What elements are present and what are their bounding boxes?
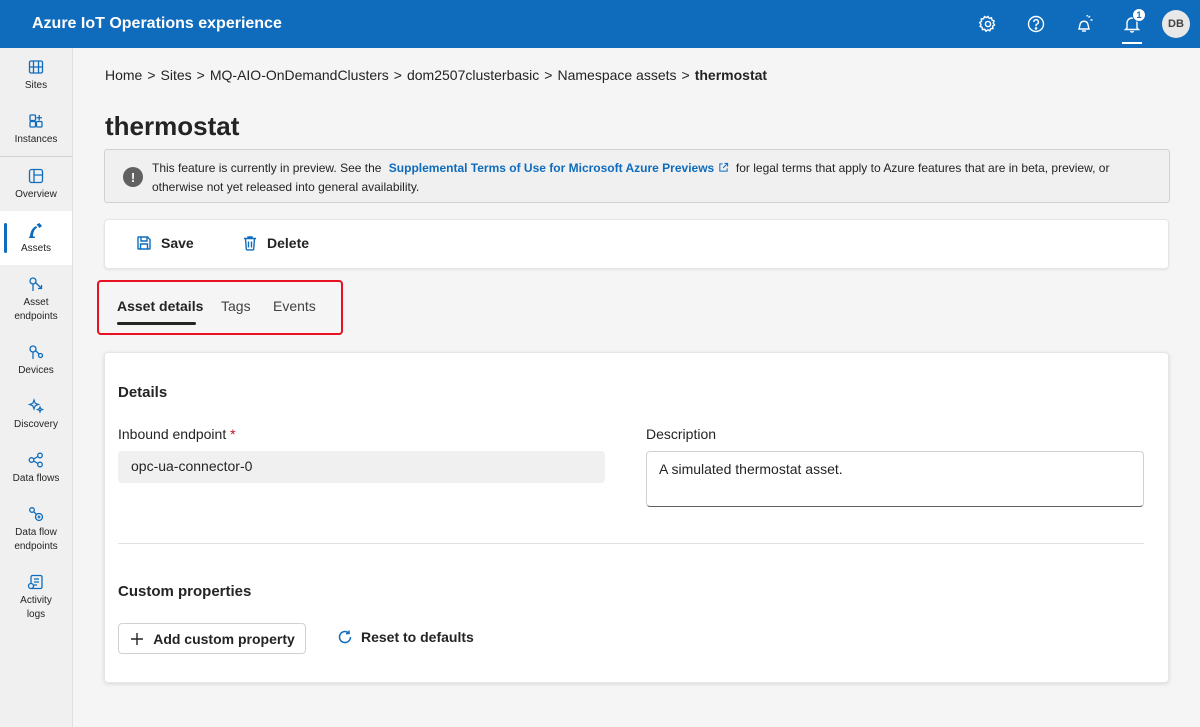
sidebar-item-sites[interactable]: Sites bbox=[0, 48, 72, 102]
required-marker: * bbox=[230, 426, 236, 442]
sidebar-item-label: Data flows bbox=[12, 473, 60, 484]
settings-button[interactable] bbox=[964, 0, 1012, 48]
instances-icon bbox=[29, 114, 43, 128]
sidebar-item-label: Asset endpoints bbox=[14, 297, 58, 322]
delete-button[interactable]: Delete bbox=[241, 234, 309, 252]
tab-tags[interactable]: Tags bbox=[221, 298, 251, 314]
sidebar-item-label: Devices bbox=[18, 365, 54, 376]
sidebar-item-data-flow-endpoints[interactable]: Data flow endpoints bbox=[0, 495, 72, 563]
breadcrumb-separator: > bbox=[393, 67, 402, 83]
help-button[interactable] bbox=[1012, 0, 1060, 48]
sidebar-item-activity-logs[interactable]: Activity logs bbox=[0, 563, 72, 631]
plus-icon bbox=[131, 632, 144, 645]
breadcrumb-separator: > bbox=[147, 67, 156, 83]
sidebar-item-label: Sites bbox=[24, 80, 48, 91]
sidebar-item-assets[interactable]: Assets bbox=[0, 211, 72, 265]
sidebar-item-label: Activity logs bbox=[20, 595, 52, 620]
notification-badge: 1 bbox=[1132, 8, 1146, 22]
sidebar-item-label: Assets bbox=[20, 243, 51, 254]
top-bar: Azure IoT Operations experience 1 DB bbox=[0, 0, 1200, 48]
breadcrumb-current: thermostat bbox=[694, 67, 768, 83]
activity-logs-icon bbox=[27, 574, 43, 590]
save-button[interactable]: Save bbox=[135, 234, 194, 252]
feedback-button[interactable] bbox=[1060, 0, 1108, 48]
breadcrumb-home[interactable]: Home bbox=[105, 67, 142, 83]
inbound-endpoint-label: Inbound endpoint * bbox=[118, 426, 236, 442]
delete-icon bbox=[244, 236, 256, 251]
custom-properties-title: Custom properties bbox=[118, 583, 252, 600]
discovery-icon bbox=[27, 398, 45, 414]
breadcrumb-separator: > bbox=[681, 67, 690, 83]
save-icon bbox=[137, 236, 151, 250]
assets-icon bbox=[29, 223, 42, 238]
asset-endpoints-icon bbox=[29, 277, 43, 291]
asset-details-card: Details Inbound endpoint * opc-ua-connec… bbox=[104, 352, 1169, 683]
overview-icon bbox=[28, 168, 44, 184]
description-label: Description bbox=[646, 426, 717, 442]
breadcrumb-separator: > bbox=[196, 67, 205, 83]
top-icons: 1 DB bbox=[964, 0, 1200, 48]
breadcrumb-namespace-assets[interactable]: Namespace assets bbox=[557, 67, 676, 83]
sidebar-item-label: Instances bbox=[14, 134, 58, 145]
section-divider bbox=[118, 543, 1144, 544]
sidebar-item-devices[interactable]: Devices bbox=[0, 333, 72, 387]
app-title: Azure IoT Operations experience bbox=[32, 15, 282, 32]
tab-asset-details[interactable]: Asset details bbox=[117, 298, 203, 314]
avatar[interactable]: DB bbox=[1162, 10, 1190, 38]
info-icon: ! bbox=[123, 167, 143, 187]
sidebar-item-label: Overview bbox=[15, 189, 57, 200]
data-flow-endpoints-icon bbox=[29, 507, 44, 522]
command-bar: Save Delete bbox=[104, 219, 1169, 269]
external-link-icon bbox=[718, 162, 728, 172]
save-label: Save bbox=[161, 235, 194, 251]
breadcrumb-instance[interactable]: dom2507clusterbasic bbox=[407, 67, 539, 83]
description-textarea[interactable]: A simulated thermostat asset. bbox=[646, 451, 1144, 507]
feedback-icon bbox=[1078, 14, 1093, 32]
breadcrumb-sites[interactable]: Sites bbox=[161, 67, 192, 83]
sites-icon bbox=[28, 60, 44, 74]
sidebar-item-label: Discovery bbox=[14, 419, 58, 430]
help-icon bbox=[1027, 15, 1045, 33]
preview-terms-link[interactable]: Supplemental Terms of Use for Microsoft … bbox=[389, 161, 732, 175]
banner-text-before: This feature is currently in preview. Se… bbox=[152, 161, 382, 175]
breadcrumb-site[interactable]: MQ-AIO-OnDemandClusters bbox=[210, 67, 389, 83]
sidebar-item-discovery[interactable]: Discovery bbox=[0, 387, 72, 441]
page-title: thermostat bbox=[105, 111, 240, 141]
active-tab-indicator bbox=[117, 322, 196, 325]
delete-label: Delete bbox=[267, 235, 310, 251]
sidebar: Sites Instances Overview Assets Asset en bbox=[0, 48, 73, 727]
add-custom-property-button[interactable]: Add custom property bbox=[118, 623, 306, 654]
breadcrumb: Home > Sites > MQ-AIO-OnDemandClusters >… bbox=[105, 67, 767, 83]
inbound-endpoint-label-text: Inbound endpoint bbox=[118, 426, 227, 442]
tab-events[interactable]: Events bbox=[273, 298, 316, 314]
notification-underline bbox=[1122, 42, 1142, 44]
reset-to-defaults-label: Reset to defaults bbox=[361, 629, 474, 645]
banner-text: This feature is currently in preview. Se… bbox=[152, 159, 1157, 197]
preview-terms-link-text: Supplemental Terms of Use for Microsoft … bbox=[388, 161, 715, 175]
notifications-button[interactable]: 1 bbox=[1108, 0, 1156, 48]
breadcrumb-separator: > bbox=[544, 67, 553, 83]
devices-icon bbox=[29, 345, 44, 359]
inbound-endpoint-field: opc-ua-connector-0 bbox=[118, 451, 605, 483]
sidebar-item-overview[interactable]: Overview bbox=[0, 157, 72, 211]
add-custom-property-label: Add custom property bbox=[153, 630, 295, 647]
preview-banner: ! This feature is currently in preview. … bbox=[104, 149, 1170, 203]
sidebar-item-data-flows[interactable]: Data flows bbox=[0, 441, 72, 495]
details-section-title: Details bbox=[118, 384, 168, 401]
gear-icon bbox=[978, 15, 996, 33]
data-flows-icon bbox=[28, 452, 43, 468]
reset-to-defaults-button[interactable]: Reset to defaults bbox=[337, 629, 474, 645]
sidebar-item-asset-endpoints[interactable]: Asset endpoints bbox=[0, 265, 72, 333]
sidebar-item-label: Data flow endpoints bbox=[14, 527, 58, 552]
reset-icon bbox=[338, 630, 352, 644]
sidebar-item-instances[interactable]: Instances bbox=[0, 102, 72, 156]
